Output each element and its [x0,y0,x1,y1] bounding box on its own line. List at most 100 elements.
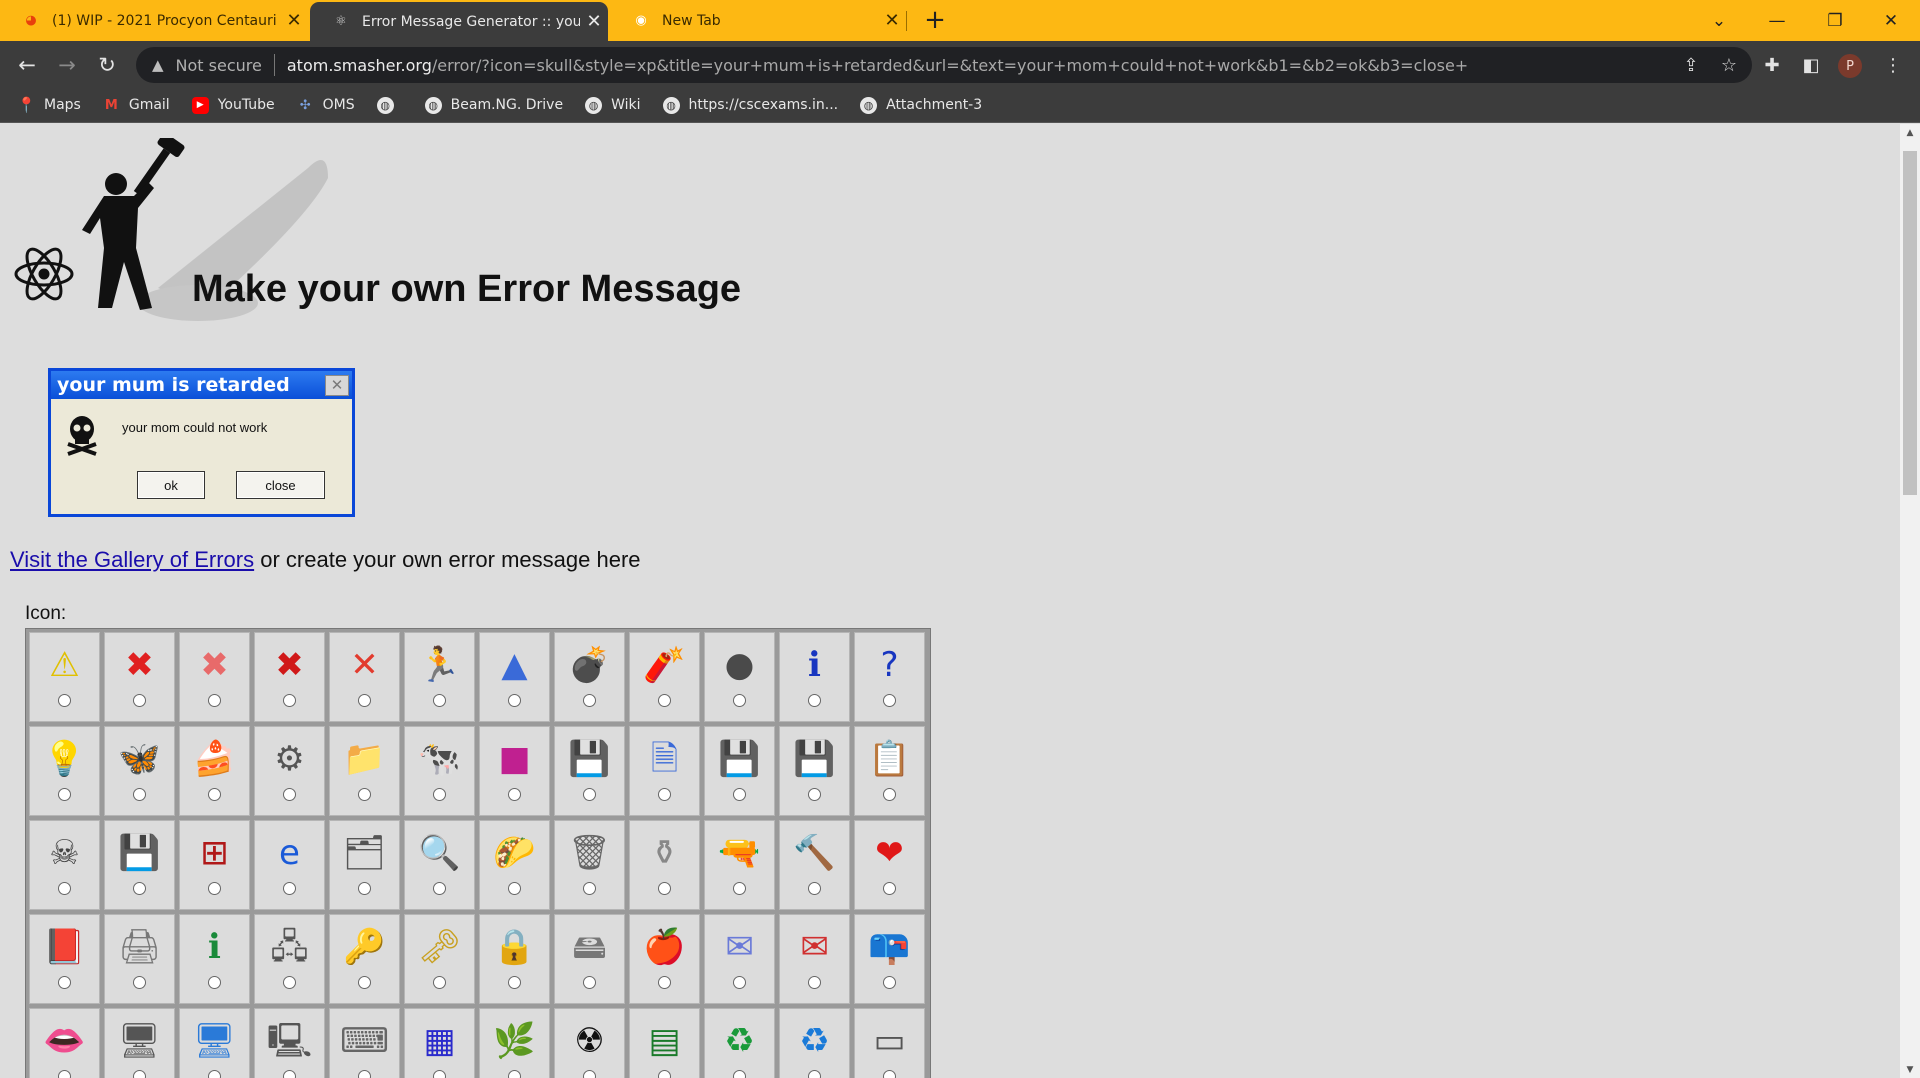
icon-option[interactable]: ? [854,632,925,722]
icon-radio[interactable] [583,976,596,989]
icon-radio[interactable] [433,976,446,989]
icon-radio[interactable] [883,882,896,895]
icon-option[interactable]: 🔒 [479,914,550,1004]
icon-radio[interactable] [133,788,146,801]
icon-option[interactable]: 🔫 [704,820,775,910]
reload-button[interactable]: ↻ [91,49,123,81]
icon-radio[interactable] [508,694,521,707]
gallery-link[interactable]: Visit the Gallery of Errors [10,547,254,572]
address-bar[interactable]: ▲ Not secure atom.smasher.org/error/?ico… [136,47,1752,83]
icon-option[interactable]: 🗝 [404,914,475,1004]
icon-radio[interactable] [433,1070,446,1078]
icon-radio[interactable] [733,788,746,801]
share-icon[interactable]: ⇪ [1674,47,1708,83]
icon-radio[interactable] [883,976,896,989]
forward-button[interactable]: → [51,49,83,81]
icon-radio[interactable] [58,882,71,895]
icon-radio[interactable] [583,694,596,707]
bookmark-maps[interactable]: 📍 Maps [17,96,81,114]
icon-radio[interactable] [133,694,146,707]
icon-option[interactable]: ✖ [104,632,175,722]
icon-option[interactable]: 💾 [104,820,175,910]
icon-radio[interactable] [883,694,896,707]
icon-option[interactable]: ✉ [779,914,850,1004]
tab-search-button[interactable]: ⌄ [1690,0,1748,41]
icon-option[interactable]: 🖥 [179,1008,250,1078]
kebab-menu-icon[interactable]: ⋮ [1877,49,1909,81]
icon-option[interactable]: ⊞ [179,820,250,910]
icon-radio[interactable] [808,694,821,707]
icon-option[interactable]: 💡 [29,726,100,816]
icon-radio[interactable] [58,976,71,989]
icon-radio[interactable] [658,882,671,895]
icon-option[interactable]: ▦ [404,1008,475,1078]
icon-option[interactable]: ☢ [554,1008,625,1078]
icon-option[interactable]: ✕ [329,632,400,722]
icon-radio[interactable] [358,1070,371,1078]
icon-option[interactable]: 🍰 [179,726,250,816]
icon-radio[interactable] [358,976,371,989]
tab-error-generator[interactable]: ⚛ Error Message Generator :: your n ✕ [310,2,608,41]
dialog-ok-button[interactable]: ok [137,471,205,499]
icon-option[interactable]: 🖴 [554,914,625,1004]
bookmark-attachment[interactable]: ◍ Attachment-3 [860,96,982,114]
icon-radio[interactable] [658,976,671,989]
icon-radio[interactable] [508,882,521,895]
icon-option[interactable]: ⌨ [329,1008,400,1078]
icon-radio[interactable] [508,976,521,989]
icon-option[interactable]: ⚱ [629,820,700,910]
bookmark-star-icon[interactable]: ☆ [1712,47,1746,83]
icon-radio[interactable] [358,882,371,895]
icon-option[interactable]: ☠ [29,820,100,910]
icon-radio[interactable] [658,694,671,707]
minimize-button[interactable]: — [1748,0,1806,41]
icon-radio[interactable] [283,1070,296,1078]
icon-option[interactable]: 🖨 [104,914,175,1004]
icon-radio[interactable] [433,788,446,801]
icon-radio[interactable] [583,788,596,801]
bookmark-cscexams[interactable]: ◍ https://cscexams.in... [662,96,838,114]
icon-option[interactable]: 💾 [779,726,850,816]
icon-radio[interactable] [583,882,596,895]
icon-radio[interactable] [508,1070,521,1078]
icon-option[interactable]: 🐄 [404,726,475,816]
bookmark-oms[interactable]: ✣ OMS [297,97,355,114]
icon-option[interactable]: ♻ [704,1008,775,1078]
icon-option[interactable]: 💾 [554,726,625,816]
icon-radio[interactable] [283,694,296,707]
icon-radio[interactable] [733,694,746,707]
icon-radio[interactable] [733,976,746,989]
icon-radio[interactable] [208,882,221,895]
scroll-up-icon[interactable]: ▲ [1900,124,1920,141]
bookmark-youtube[interactable]: ▶ YouTube [191,96,275,114]
icon-option[interactable]: ⚠ [29,632,100,722]
icon-radio[interactable] [58,1070,71,1078]
icon-radio[interactable] [208,694,221,707]
icon-option[interactable]: ▲ [479,632,550,722]
icon-radio[interactable] [733,882,746,895]
close-icon[interactable]: ✕ [325,374,349,396]
icon-option[interactable]: ● [704,632,775,722]
profile-avatar[interactable]: P [1838,54,1862,78]
icon-radio[interactable] [583,1070,596,1078]
icon-option[interactable]: 📕 [29,914,100,1004]
icon-radio[interactable] [208,976,221,989]
icon-radio[interactable] [208,1070,221,1078]
icon-option[interactable]: 🍎 [629,914,700,1004]
icon-radio[interactable] [283,788,296,801]
icon-option[interactable]: 🌿 [479,1008,550,1078]
icon-radio[interactable] [808,976,821,989]
dialog-close-button[interactable]: close [236,471,325,499]
icon-radio[interactable] [58,788,71,801]
extensions-puzzle-icon[interactable]: ✚ [1756,49,1788,81]
tab-new-tab[interactable]: ◉ New Tab ✕ [610,0,906,41]
icon-radio[interactable] [808,882,821,895]
icon-option[interactable]: ▭ [854,1008,925,1078]
icon-radio[interactable] [658,788,671,801]
icon-radio[interactable] [733,1070,746,1078]
icon-option[interactable]: 🖧 [254,914,325,1004]
icon-radio[interactable] [283,976,296,989]
icon-option[interactable]: ✖ [179,632,250,722]
icon-radio[interactable] [508,788,521,801]
bookmark-wiki[interactable]: ◍ Wiki [585,96,641,114]
